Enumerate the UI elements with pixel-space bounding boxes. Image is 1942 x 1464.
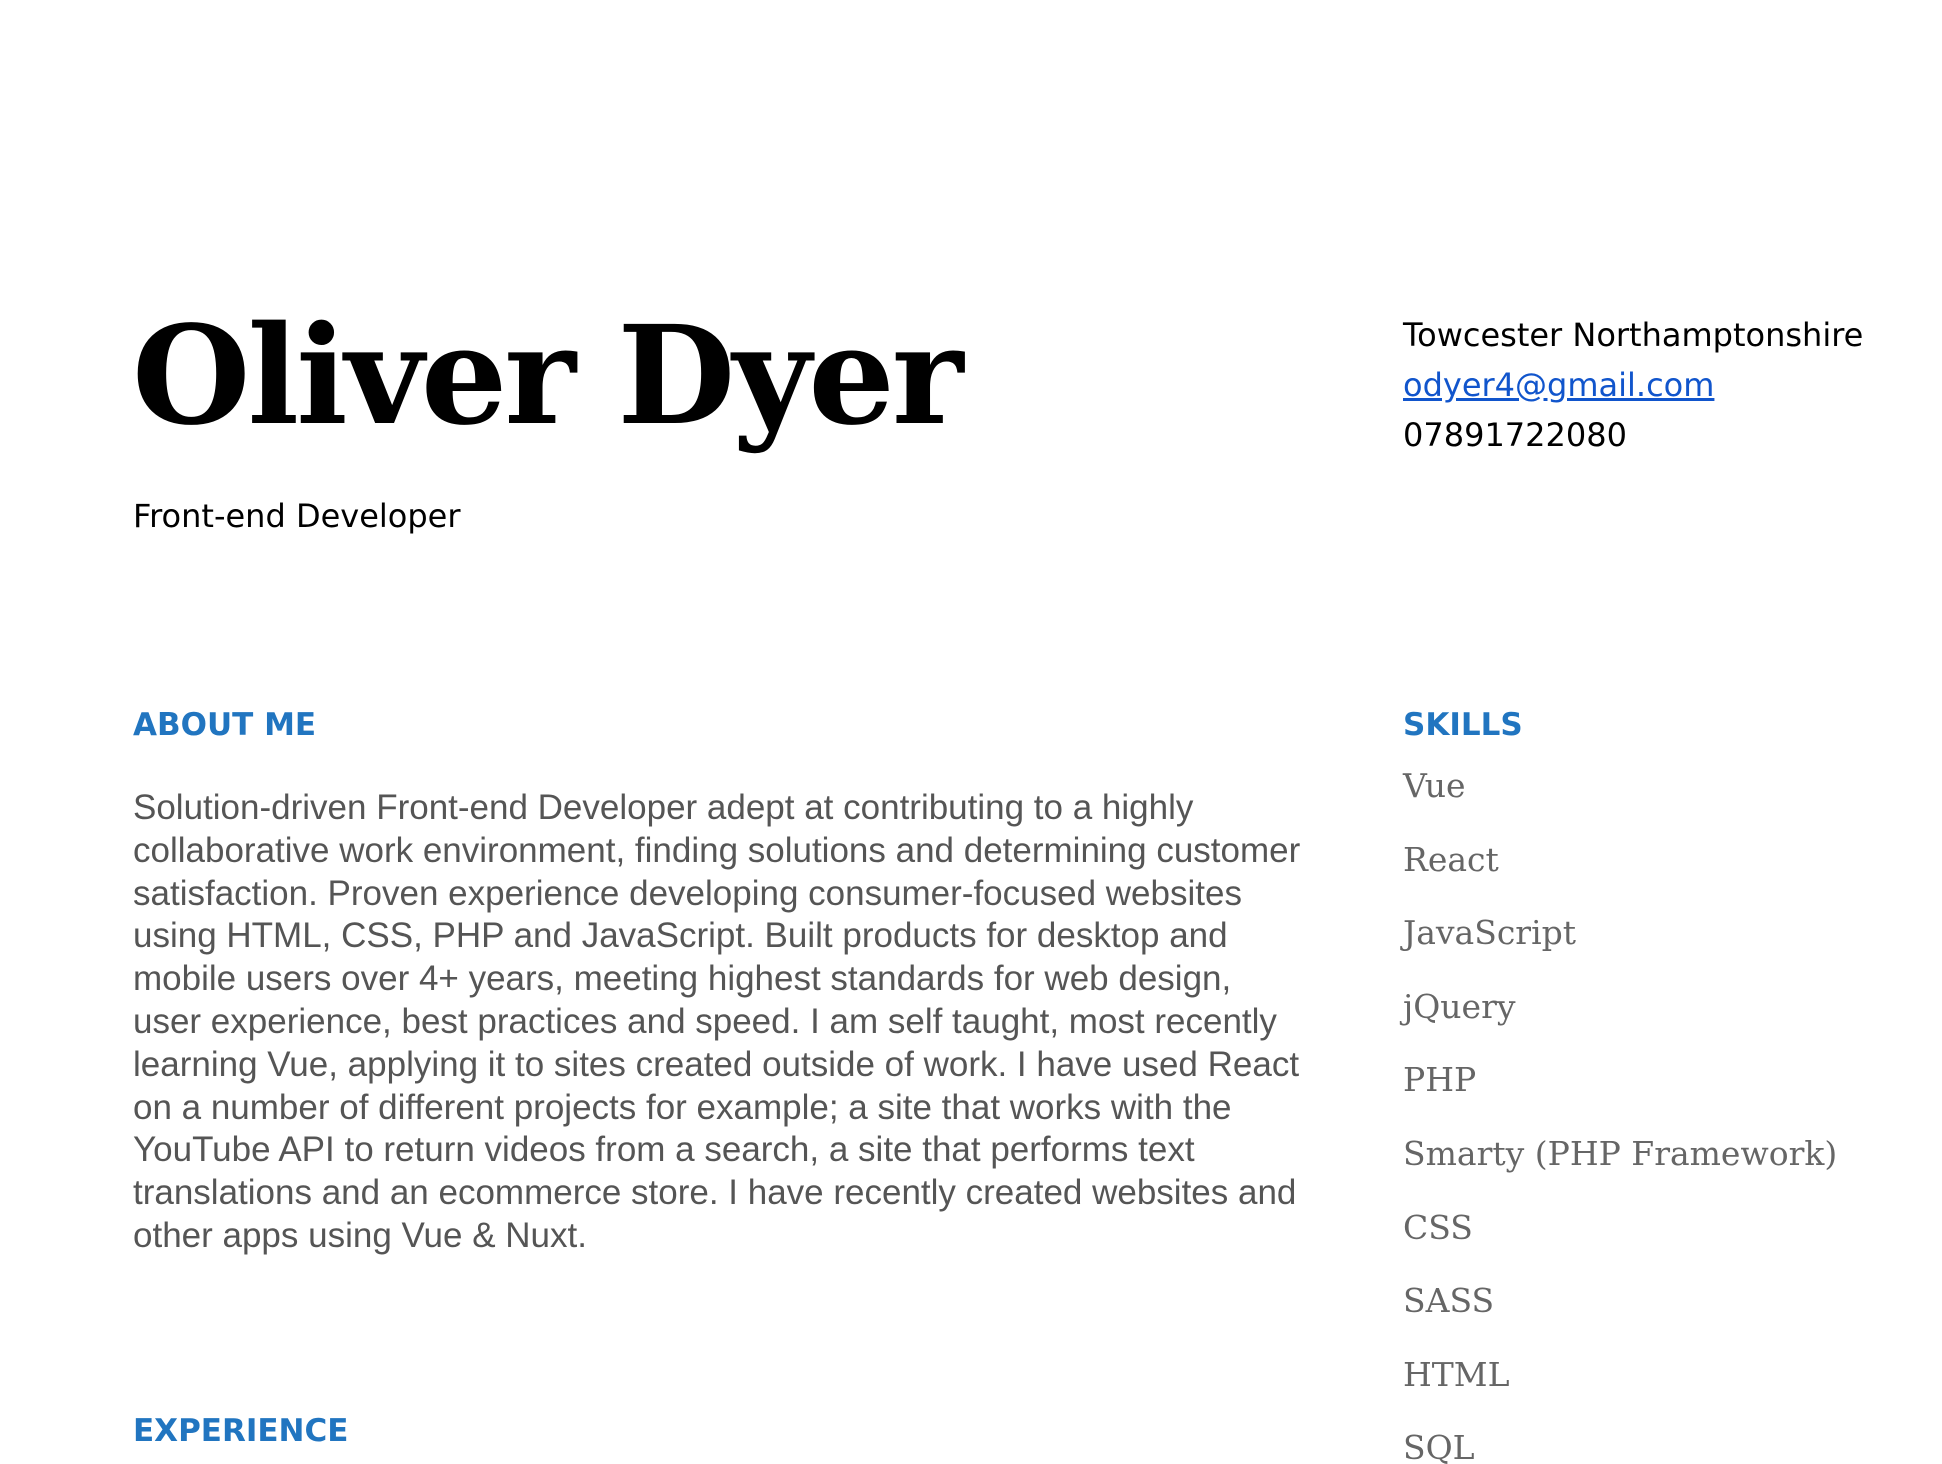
skill-item: Vue [1403, 766, 1466, 805]
skill-item: CSS [1403, 1207, 1473, 1247]
skills-heading: SKILLS [1403, 707, 1523, 743]
experience-heading: EXPERIENCE [133, 1413, 349, 1449]
about-text: Solution-driven Front-end Developer adep… [133, 788, 1301, 1255]
contact-block: Towcester Northamptonshire odyer4@gmail.… [1403, 310, 1863, 460]
about-heading: ABOUT ME [133, 707, 317, 743]
skills-list: Vue React JavaScript jQuery PHP Smarty (… [1403, 764, 1837, 1464]
candidate-name: Oliver Dyer [132, 296, 963, 456]
skill-item: SQL [1403, 1428, 1475, 1464]
skill-item: PHP [1403, 1060, 1477, 1100]
contact-email-link[interactable]: odyer4@gmail.com [1403, 366, 1714, 404]
contact-phone: 07891722080 [1403, 416, 1627, 454]
contact-location: Towcester Northamptonshire [1403, 316, 1864, 354]
skill-item: Smarty (PHP Framework) [1403, 1133, 1838, 1173]
contact-email-row: odyer4@gmail.com [1403, 360, 1863, 410]
job-title: Front-end Developer [133, 497, 461, 535]
skill-item: JavaScript [1403, 913, 1577, 953]
skill-item: SASS [1403, 1281, 1495, 1321]
skill-item: React [1403, 839, 1499, 879]
skill-item: jQuery [1403, 986, 1516, 1026]
skill-item: HTML [1403, 1354, 1510, 1394]
